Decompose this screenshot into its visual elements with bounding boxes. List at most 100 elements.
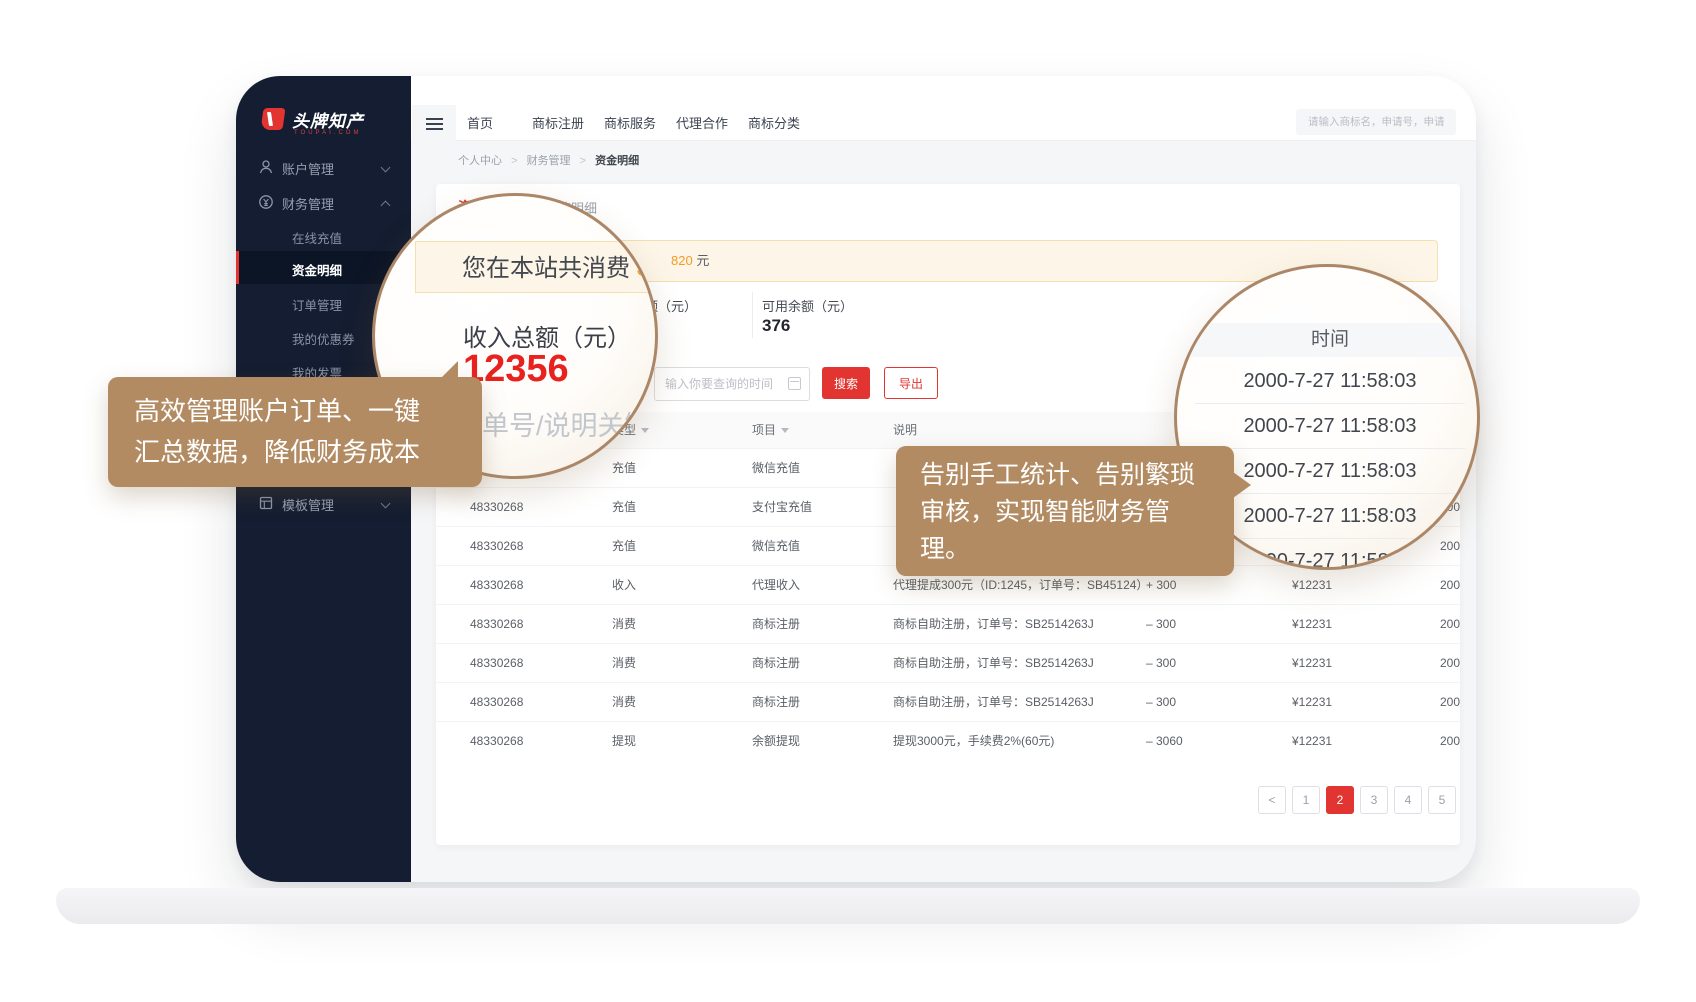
cell-time: 2000-7-27 11:58:03 (1440, 605, 1460, 644)
cell-amount: – 300 (1146, 644, 1176, 683)
sidebar-item-label: 账户管理 (282, 159, 334, 178)
cell-project: 商标注册 (752, 644, 800, 683)
cell-order: 48330268 (470, 566, 523, 605)
cell-balance: ¥12231 (1292, 605, 1332, 644)
breadcrumb-separator: > (511, 155, 517, 167)
pagination-page-1[interactable]: 1 (1292, 786, 1320, 814)
brand-logo-icon (260, 108, 285, 130)
callout-text: 审核，实现智能财务管 (920, 494, 1234, 531)
cell-order: 48330268 (470, 644, 523, 683)
sidebar-item-recharge[interactable]: 在线充值 (236, 219, 411, 252)
nav-item-agency[interactable]: 代理合作 (676, 107, 728, 141)
pagination-page-5[interactable]: 5 (1428, 786, 1456, 814)
cell-project: 微信充值 (752, 449, 800, 488)
user-icon (258, 159, 274, 175)
cell-type: 消费 (612, 605, 636, 644)
cell-order: 48330268 (470, 527, 523, 566)
table-row: 48330268 消费 商标注册 商标自助注册，订单号：SB2514263J –… (436, 604, 1460, 643)
consumption-banner-suffix: 820 元 (671, 241, 709, 281)
chevron-down-icon (381, 163, 391, 173)
cell-time: 2000-7-27 11:58:03 (1440, 722, 1460, 761)
table-header-project[interactable]: 项目 (752, 412, 789, 448)
stat-divider (752, 292, 753, 338)
search-button[interactable]: 搜索 (822, 367, 870, 399)
brand-name: 头牌知产 (292, 107, 364, 132)
callout-text: 告别手工统计、告别繁琐 (920, 457, 1234, 494)
cell-time: 2000-7-27 11:58:03 (1440, 566, 1460, 605)
trademark-search-input[interactable] (1296, 109, 1456, 135)
calendar-icon[interactable] (788, 377, 801, 390)
cell-order: 48330268 (470, 722, 523, 761)
cell-project: 商标注册 (752, 605, 800, 644)
cell-desc: 商标自助注册，订单号：SB2514263J (893, 644, 1094, 683)
table-row: 48330268 提现 余额提现 提现3000元，手续费2%(60元) – 30… (436, 721, 1460, 760)
cell-desc: 提现3000元，手续费2%(60元) (893, 722, 1054, 761)
export-button[interactable]: 导出 (884, 367, 938, 399)
magnified-time-row: 2000-7-27 11:58:03 (1195, 539, 1465, 570)
callout-text: 理。 (920, 531, 1234, 568)
breadcrumb-item-current: 资金明细 (595, 155, 639, 167)
magnified-time-row: 2000-7-27 11:58:03 (1195, 494, 1465, 539)
breadcrumb-item[interactable]: 个人中心 (458, 155, 502, 167)
cell-desc: 商标自助注册，订单号：SB2514263J (893, 683, 1094, 722)
cell-amount: – 300 (1146, 683, 1176, 722)
sidebar-item-templates[interactable]: 模板管理 (236, 486, 411, 520)
sidebar-item-label: 模板管理 (282, 495, 334, 514)
table-header-desc: 说明 (893, 412, 917, 448)
pagination-prev[interactable]: < (1258, 786, 1286, 814)
breadcrumb: 个人中心 > 财务管理 > 资金明细 (458, 152, 639, 168)
nav-item-home[interactable]: 首页 (467, 107, 493, 141)
cell-balance: ¥12231 (1292, 683, 1332, 722)
cell-time: 2000-7-27 11:58:03 (1440, 683, 1460, 722)
cell-type: 消费 (612, 683, 636, 722)
cell-project: 余额提现 (752, 722, 800, 761)
cell-project: 微信充值 (752, 527, 800, 566)
breadcrumb-item[interactable]: 财务管理 (527, 155, 571, 167)
callout-text: 汇总数据，降低财务成本 (134, 432, 482, 473)
magnified-keyword-placeholder: 订单号/说明关键字 (455, 404, 658, 443)
breadcrumb-separator: > (580, 155, 586, 167)
cell-type: 充值 (612, 527, 636, 566)
pagination-page-4[interactable]: 4 (1394, 786, 1422, 814)
table-row: 48330268 消费 商标注册 商标自助注册，订单号：SB2514263J –… (436, 682, 1460, 721)
table-row: 48330268 消费 商标注册 商标自助注册，订单号：SB2514263J –… (436, 643, 1460, 682)
pagination-page-3[interactable]: 3 (1360, 786, 1388, 814)
cell-order: 48330268 (470, 605, 523, 644)
cell-amount: – 300 (1146, 605, 1176, 644)
cell-type: 消费 (612, 644, 636, 683)
cell-balance: ¥12231 (1292, 566, 1332, 605)
brand-tagline: TOUPAI.COM (294, 130, 361, 136)
cell-type: 充值 (612, 449, 636, 488)
cell-time: 2000-7-27 11:58:03 (1440, 644, 1460, 683)
cell-type: 提现 (612, 722, 636, 761)
nav-item-tm-service[interactable]: 商标服务 (604, 107, 656, 141)
chevron-down-icon (381, 499, 391, 509)
cell-order: 48330268 (470, 683, 523, 722)
pagination-page-2-active[interactable]: 2 (1326, 786, 1354, 814)
cell-project: 商标注册 (752, 683, 800, 722)
callout-right: 告别手工统计、告别繁琐 审核，实现智能财务管 理。 (896, 446, 1234, 576)
sidebar-item-finance[interactable]: 财务管理 (236, 185, 411, 219)
cell-order: 48330268 (470, 488, 523, 527)
cell-project: 支付宝充值 (752, 488, 812, 527)
magnified-time-header: 时间 (1177, 323, 1480, 357)
laptop-base (56, 888, 1640, 924)
template-icon (258, 495, 274, 511)
top-navbar: 首页 商标注册 商标服务 代理合作 商标分类 (411, 76, 1476, 141)
cell-balance: ¥12231 (1292, 644, 1332, 683)
nav-item-tm-class[interactable]: 商标分类 (748, 107, 800, 141)
cell-desc: 商标自助注册，订单号：SB2514263J (893, 605, 1094, 644)
nav-item-tm-register[interactable]: 商标注册 (532, 107, 584, 141)
stat-balance-label: 可用余额（元） (762, 296, 853, 315)
date-filter-input[interactable] (654, 367, 810, 401)
cell-balance: ¥12231 (1292, 722, 1332, 761)
cell-project: 代理收入 (752, 566, 800, 605)
sidebar-item-label: 财务管理 (282, 194, 334, 213)
marketing-figure: 头牌知产 TOUPAI.COM 账户管理 财务管理 (0, 0, 1696, 1002)
magnified-time-row: 2000-7-27 11:58:03 (1195, 404, 1465, 449)
menu-icon[interactable] (412, 105, 456, 141)
cell-type: 充值 (612, 488, 636, 527)
sidebar-item-account[interactable]: 账户管理 (236, 150, 411, 184)
caret-down-icon (781, 428, 789, 433)
stat-balance-value: 376 (762, 316, 790, 336)
